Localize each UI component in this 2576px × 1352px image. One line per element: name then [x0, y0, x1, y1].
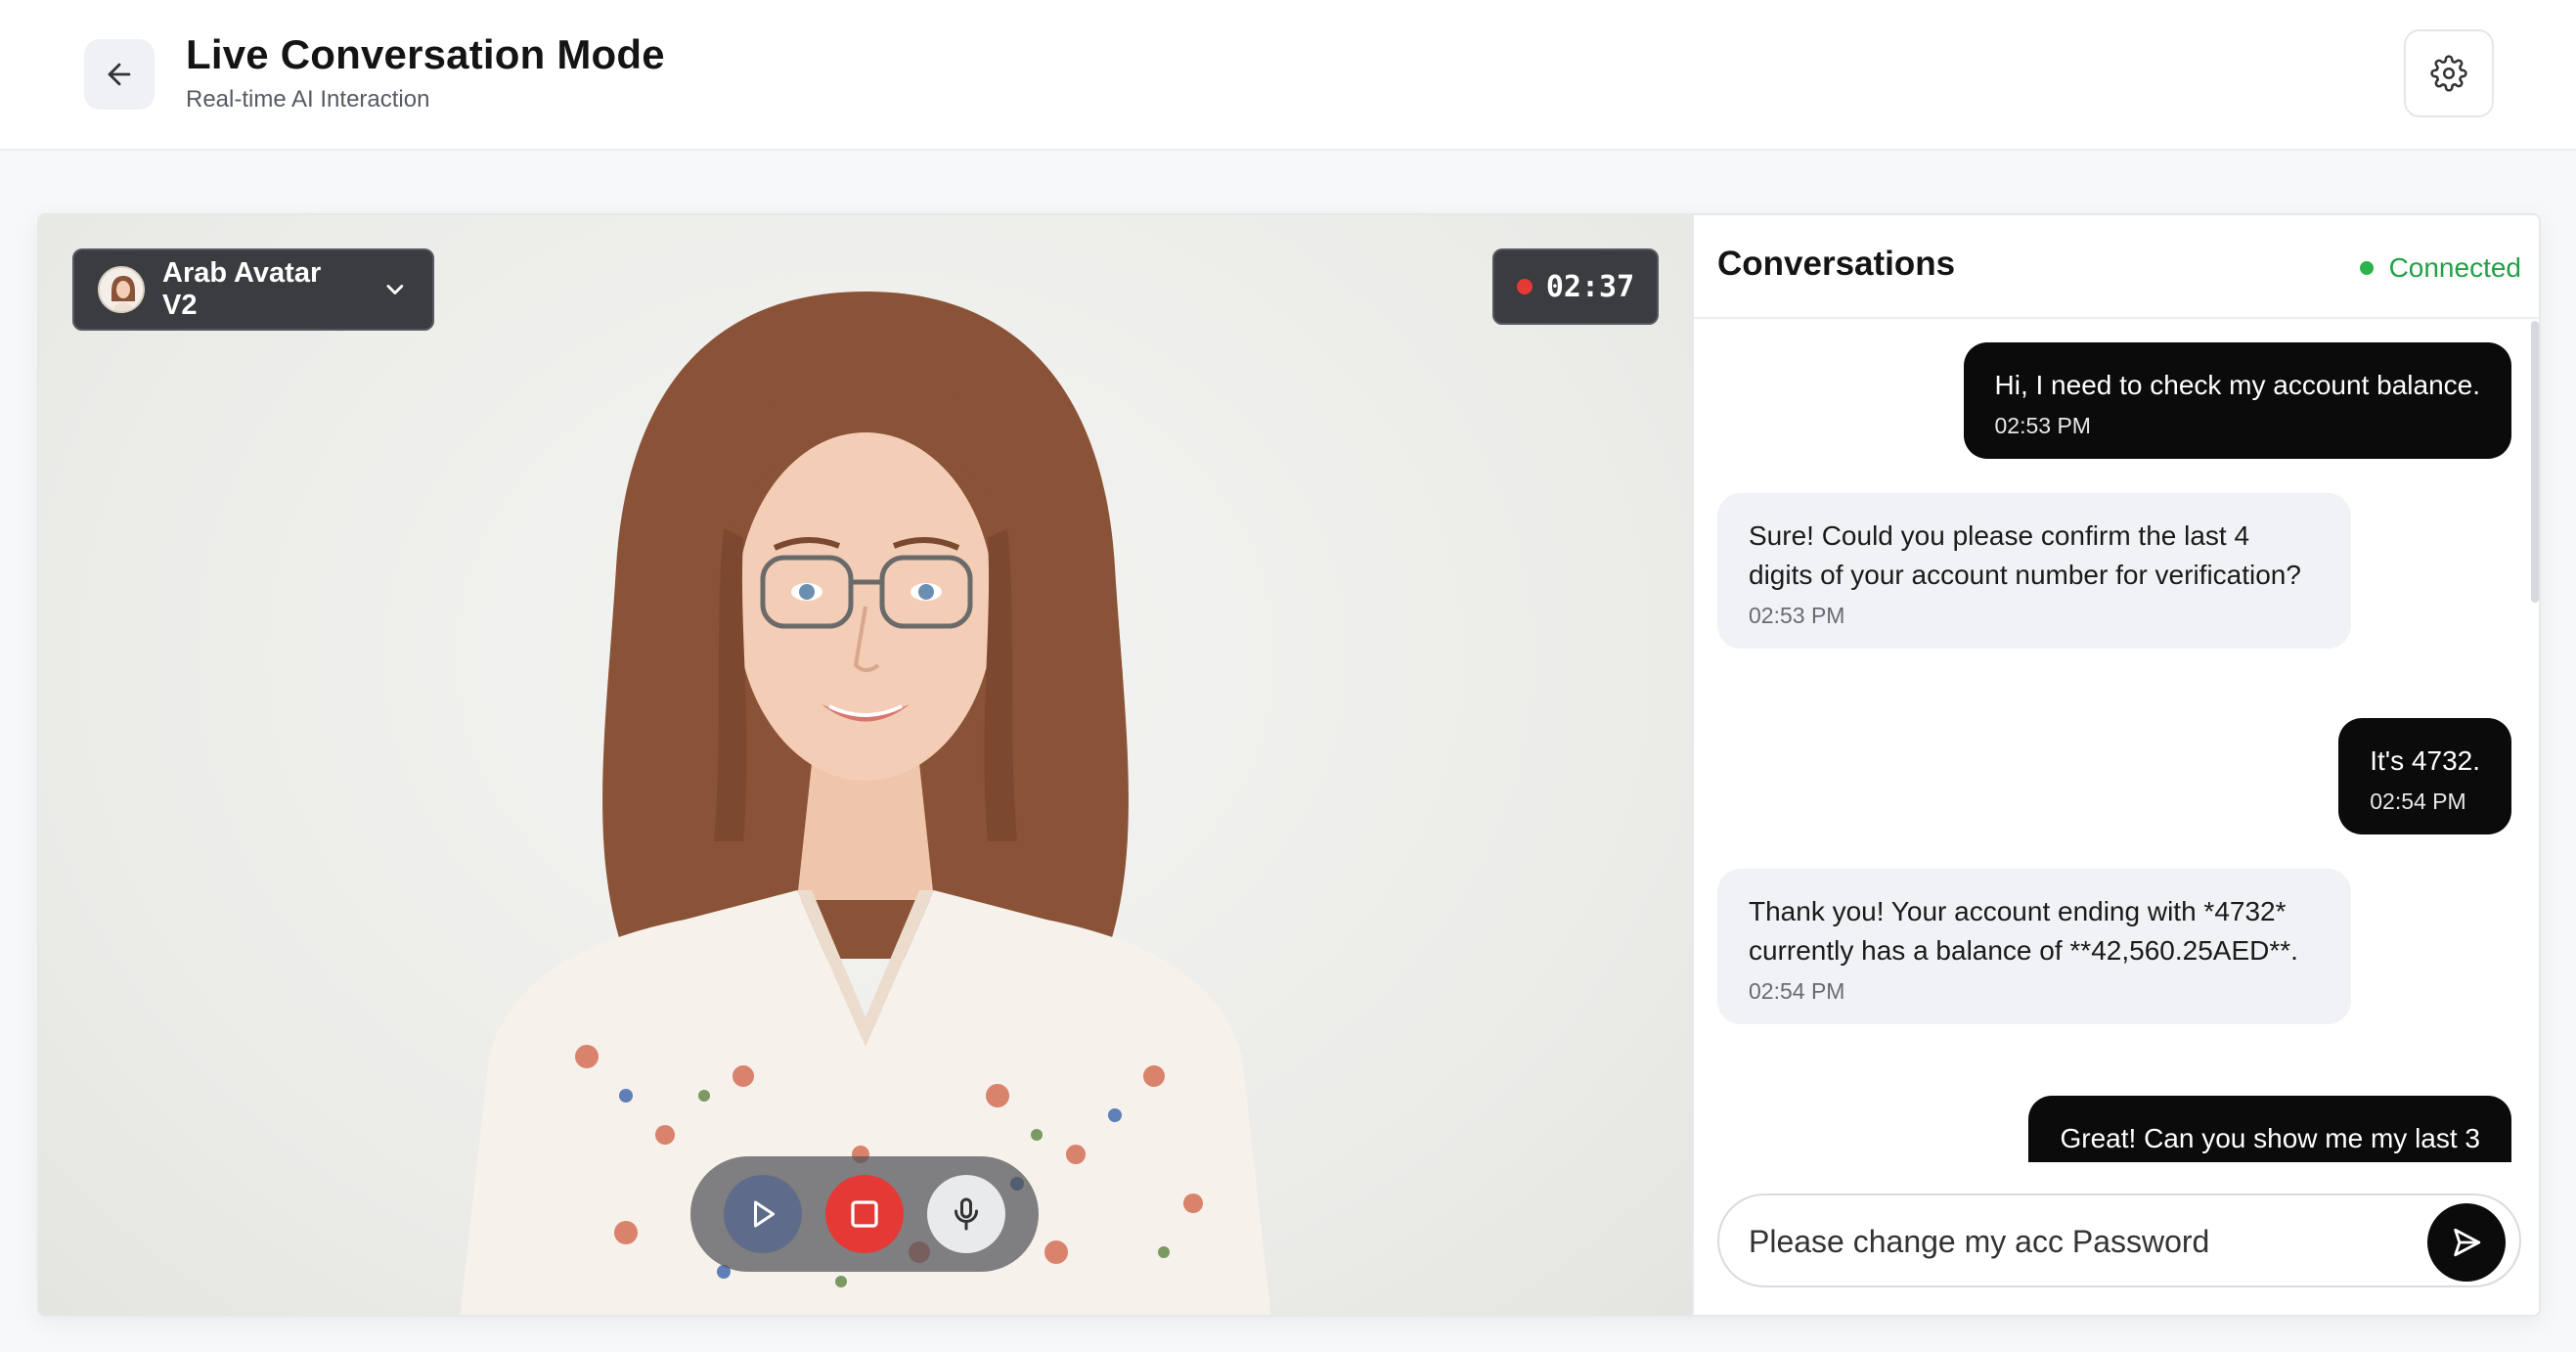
- media-controls: [690, 1156, 1039, 1272]
- message-text: Sure! Could you please confirm the last …: [1749, 520, 2301, 590]
- message-user: Great! Can you show me my last 3: [2028, 1096, 2511, 1162]
- chat-panel: Conversations Connected Hi, I need to ch…: [1692, 215, 2539, 1315]
- avatar-video-panel: Arab Avatar V2 02:37: [39, 215, 1692, 1315]
- top-header: Live Conversation Mode Real-time AI Inte…: [0, 0, 2576, 151]
- message-text: It's 4732.: [2370, 745, 2480, 776]
- microphone-icon: [955, 1197, 978, 1231]
- arrow-left-icon: [108, 63, 131, 86]
- message-text: Thank you! Your account ending with *473…: [1749, 896, 2298, 966]
- message-user: Hi, I need to check my account balance. …: [1963, 342, 2511, 459]
- page-subtitle: Real-time AI Interaction: [186, 86, 430, 113]
- message-time: 02:53 PM: [1994, 413, 2091, 438]
- message-input[interactable]: [1749, 1217, 2394, 1266]
- chat-scrollbar[interactable]: [2531, 321, 2539, 603]
- timer-text: 02:37: [1545, 269, 1635, 304]
- recording-dot-icon: [1516, 279, 1532, 294]
- play-icon: [754, 1200, 775, 1228]
- avatar-select-label: Arab Avatar V2: [162, 257, 322, 321]
- message-time: 02:54 PM: [2370, 789, 2466, 814]
- play-button[interactable]: [724, 1175, 802, 1253]
- settings-button[interactable]: [2404, 29, 2494, 117]
- message-list[interactable]: Hi, I need to check my account balance. …: [1694, 321, 2539, 1162]
- message-time: 02:54 PM: [1749, 978, 1845, 1004]
- connection-status: Connected: [2359, 252, 2521, 284]
- status-dot-icon: [2359, 261, 2374, 275]
- conversation-card: Arab Avatar V2 02:37 Conversations Conne…: [37, 213, 2541, 1317]
- message-text: Hi, I need to check my account balance.: [1994, 370, 2481, 400]
- microphone-button[interactable]: [927, 1175, 1005, 1253]
- recording-timer: 02:37: [1492, 248, 1659, 325]
- message-ai: Sure! Could you please confirm the last …: [1717, 493, 2351, 649]
- stop-icon: [851, 1200, 878, 1228]
- chevron-down-icon: [386, 285, 404, 294]
- message-ai: Thank you! Your account ending with *473…: [1717, 869, 2351, 1024]
- chat-title: Conversations: [1717, 245, 1956, 283]
- chat-header: Conversations Connected: [1694, 215, 2539, 319]
- status-label: Connected: [2388, 252, 2521, 283]
- avatar-video-image: [460, 292, 1271, 1315]
- message-user: It's 4732. 02:54 PM: [2338, 718, 2511, 834]
- send-icon: [2454, 1228, 2481, 1257]
- avatar-select-dropdown[interactable]: Arab Avatar V2: [72, 248, 434, 331]
- page-title: Live Conversation Mode: [186, 31, 665, 77]
- back-button[interactable]: [84, 39, 155, 110]
- message-time: 02:53 PM: [1749, 603, 1845, 628]
- message-text: Great! Can you show me my last 3: [2060, 1123, 2480, 1153]
- avatar-thumbnail: [98, 266, 145, 313]
- send-button[interactable]: [2427, 1203, 2506, 1282]
- gear-icon: [2430, 55, 2467, 92]
- message-input-wrapper: [1717, 1194, 2521, 1287]
- stop-button[interactable]: [825, 1175, 904, 1253]
